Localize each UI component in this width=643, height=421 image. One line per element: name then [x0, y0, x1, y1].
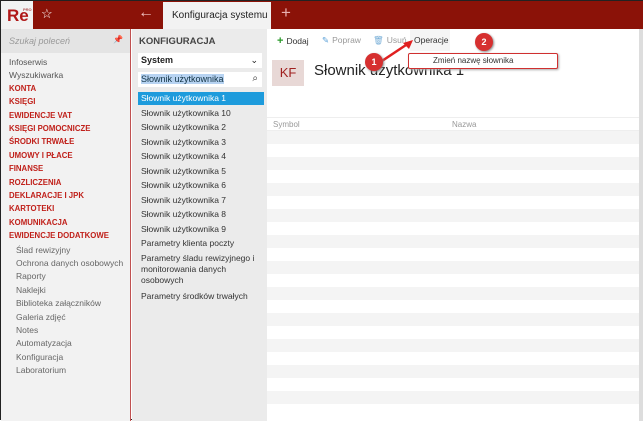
table-row[interactable]: [267, 274, 639, 287]
table-row[interactable]: [267, 300, 639, 313]
table-row[interactable]: [267, 196, 639, 209]
table-header: Symbol Nazwa: [267, 117, 643, 131]
sidebar-item[interactable]: Biblioteka załączników: [16, 298, 101, 308]
main-area: + Dodaj ✎ Popraw 🗑 Usuń Operacje KF Słownik…: [267, 29, 643, 421]
logo-sup: PRO: [23, 7, 32, 12]
table-row[interactable]: [267, 404, 639, 417]
filter-value: Słownik użytkownika: [141, 74, 224, 84]
operations-button[interactable]: Operacje: [410, 29, 450, 51]
plus-icon: +: [277, 35, 284, 47]
sidebar-item[interactable]: Automatyzacja: [16, 338, 72, 348]
edit-button[interactable]: ✎ Popraw: [322, 35, 361, 46]
sidebar-item[interactable]: FINANSE: [9, 164, 43, 173]
step-badge-2: 2: [475, 33, 493, 51]
column-nazwa[interactable]: Nazwa: [452, 120, 476, 129]
list-item[interactable]: Słownik użytkownika 1: [138, 92, 264, 105]
pencil-icon: ✎: [322, 35, 330, 45]
list-item[interactable]: Parametry śladu rewizyjnego i monitorowa…: [138, 252, 264, 287]
tab-konfiguracja[interactable]: Konfiguracja systemu: [163, 2, 271, 29]
sidebar-item[interactable]: EWIDENCJE DODATKOWE: [9, 231, 109, 240]
select-value: System: [141, 55, 174, 65]
table-row[interactable]: [267, 326, 639, 339]
sidebar-item[interactable]: Ślad rewizyjny: [16, 245, 70, 255]
table-row[interactable]: [267, 170, 639, 183]
table-row[interactable]: [267, 209, 639, 222]
config-panel: KONFIGURACJA System ⌄ Słownik użytkownika…: [132, 29, 267, 421]
sidebar-item[interactable]: EWIDENCJE VAT: [9, 111, 72, 120]
list-item[interactable]: Słownik użytkownika 7: [138, 194, 264, 207]
filter-input[interactable]: Słownik użytkownika ⌕: [138, 72, 262, 87]
sidebar-item[interactable]: Naklejki: [16, 285, 46, 295]
sidebar-item[interactable]: KOMUNIKACJA: [9, 218, 67, 227]
table-row[interactable]: [267, 352, 639, 365]
table-row[interactable]: [267, 131, 639, 144]
operations-label: Operacje: [414, 35, 449, 45]
sidebar-item[interactable]: KARTOTEKI: [9, 204, 54, 213]
pin-icon[interactable]: 📌: [113, 35, 123, 44]
favorites-star-icon[interactable]: ☆: [41, 6, 53, 22]
list-item[interactable]: Słownik użytkownika 2: [138, 121, 264, 134]
sidebar-item[interactable]: Laboratorium: [16, 365, 66, 375]
table-row[interactable]: [267, 391, 639, 404]
chevron-down-icon: ⌄: [250, 55, 258, 65]
search-icon[interactable]: ⌕: [252, 73, 258, 84]
kf-badge: KF: [272, 60, 304, 86]
list-item[interactable]: Słownik użytkownika 3: [138, 136, 264, 149]
panel-heading: KONFIGURACJA: [139, 36, 216, 47]
sidebar: Szukaj poleceń 📌 Infoserwis Wyszukiwarka KO…: [1, 29, 131, 421]
table-row[interactable]: [267, 144, 639, 157]
menu-item-rename-dictionary[interactable]: Zmień nazwę słownika: [408, 53, 558, 69]
sidebar-item[interactable]: KSIĘGI POMOCNICZE: [9, 124, 90, 133]
table-row[interactable]: [267, 261, 639, 274]
app-logo[interactable]: Re PRO: [1, 1, 33, 29]
sidebar-item[interactable]: Galeria zdjęć: [16, 312, 66, 322]
table-row[interactable]: [267, 365, 639, 378]
list-item[interactable]: Słownik użytkownika 8: [138, 208, 264, 221]
sidebar-item[interactable]: Konfiguracja: [16, 352, 63, 362]
table-row[interactable]: [267, 378, 639, 391]
list-item[interactable]: Parametry środków trwałych: [138, 290, 264, 303]
search-placeholder: Szukaj poleceń: [9, 36, 71, 46]
sidebar-item[interactable]: DEKLARACJE I JPK: [9, 191, 84, 200]
table-row[interactable]: [267, 339, 639, 352]
table-row[interactable]: [267, 235, 639, 248]
scrollbar[interactable]: [639, 29, 643, 421]
list-item[interactable]: Słownik użytkownika 5: [138, 165, 264, 178]
table-row[interactable]: [267, 157, 639, 170]
list-item[interactable]: Słownik użytkownika 6: [138, 179, 264, 192]
add-button[interactable]: + Dodaj: [277, 35, 309, 47]
sidebar-item[interactable]: ŚRODKI TRWAŁE: [9, 137, 74, 146]
sidebar-item[interactable]: Infoserwis: [9, 57, 47, 67]
list-item[interactable]: Parametry klienta poczty: [138, 237, 264, 250]
table-row[interactable]: [267, 287, 639, 300]
top-bar: Re PRO ☆ ← Konfiguracja systemu +: [1, 1, 643, 29]
command-search-input[interactable]: Szukaj poleceń 📌: [1, 29, 130, 53]
back-arrow-icon[interactable]: ←: [138, 4, 154, 22]
new-tab-plus-icon[interactable]: +: [281, 3, 291, 23]
step-badge-1: 1: [365, 53, 383, 71]
add-label: Dodaj: [286, 36, 309, 46]
sidebar-item[interactable]: KSIĘGI: [9, 97, 35, 106]
list-item[interactable]: Słownik użytkownika 10: [138, 107, 264, 120]
sidebar-item[interactable]: UMOWY I PŁACE: [9, 151, 73, 160]
list-item[interactable]: Słownik użytkownika 9: [138, 223, 264, 236]
edit-label: Popraw: [332, 35, 361, 45]
list-item[interactable]: Słownik użytkownika 4: [138, 150, 264, 163]
sidebar-item[interactable]: Notes: [16, 325, 38, 335]
table-row[interactable]: [267, 183, 639, 196]
sidebar-item[interactable]: ROZLICZENIA: [9, 178, 61, 187]
table-row[interactable]: [267, 313, 639, 326]
column-symbol[interactable]: Symbol: [273, 120, 300, 129]
sidebar-item[interactable]: Raporty: [16, 271, 46, 281]
table-row[interactable]: [267, 248, 639, 261]
category-select[interactable]: System ⌄: [138, 53, 262, 68]
sidebar-item[interactable]: Wyszukiwarka: [9, 70, 63, 80]
sidebar-item[interactable]: KONTA: [9, 84, 36, 93]
table-row[interactable]: [267, 222, 639, 235]
sidebar-item[interactable]: Ochrona danych osobowych: [16, 258, 123, 268]
